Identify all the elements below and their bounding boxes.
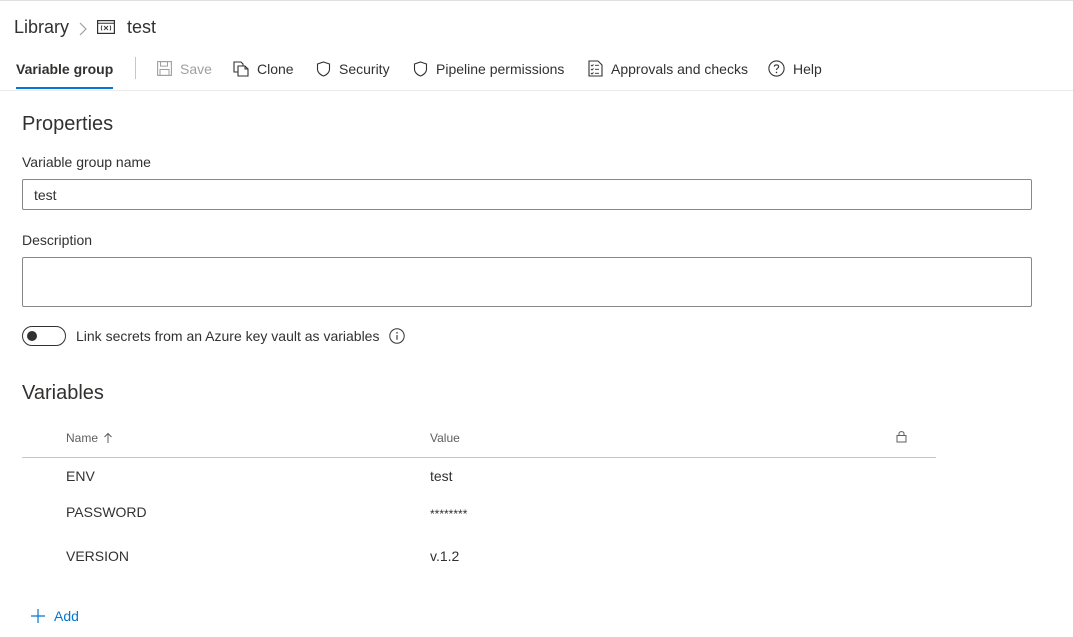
variable-group-page: Library test Variable group Save Clone S…: [0, 0, 1073, 637]
value-column-label: Value: [430, 431, 460, 445]
variable-value[interactable]: test: [430, 468, 453, 484]
variables-heading: Variables: [22, 382, 104, 404]
secret-column-header: [896, 430, 907, 443]
breadcrumb-library-link[interactable]: Library: [14, 17, 69, 38]
save-button[interactable]: Save: [157, 47, 212, 90]
variable-name[interactable]: PASSWORD: [66, 504, 147, 520]
help-button-label: Help: [793, 60, 822, 77]
clone-button-label: Clone: [257, 60, 294, 77]
variables-table: Name Value ENV test PASSWORD ******** VE…: [22, 421, 936, 574]
checklist-icon: [588, 60, 603, 77]
approvals-and-checks-button-label: Approvals and checks: [611, 60, 748, 77]
variable-value[interactable]: ********: [430, 507, 467, 521]
save-button-label: Save: [180, 60, 212, 77]
pipeline-permissions-button-label: Pipeline permissions: [436, 60, 565, 77]
name-column-header[interactable]: Name: [66, 431, 113, 445]
add-variable-button[interactable]: Add: [30, 608, 79, 624]
help-button[interactable]: Help: [768, 47, 822, 90]
variable-value[interactable]: v.1.2: [430, 548, 459, 564]
variable-group-name-label: Variable group name: [22, 154, 151, 170]
value-column-header[interactable]: Value: [430, 431, 460, 445]
clone-button[interactable]: Clone: [233, 47, 294, 90]
keyvault-toggle-label: Link secrets from an Azure key vault as …: [76, 328, 380, 344]
keyvault-toggle[interactable]: [22, 326, 66, 346]
name-column-label: Name: [66, 431, 99, 445]
lock-icon: [896, 431, 907, 443]
pipeline-permissions-button[interactable]: Pipeline permissions: [413, 47, 564, 90]
security-button[interactable]: Security: [316, 47, 390, 90]
tab-variable-group[interactable]: Variable group: [6, 47, 123, 90]
chevron-right-icon: [78, 20, 88, 36]
info-icon[interactable]: [389, 328, 405, 344]
description-label: Description: [22, 232, 93, 248]
variables-table-header: Name Value: [22, 421, 936, 458]
variable-group-name-input[interactable]: [22, 179, 1032, 210]
plus-icon: [31, 609, 45, 623]
security-button-label: Security: [339, 60, 390, 77]
variable-group-icon: [97, 20, 116, 34]
table-row[interactable]: VERSION v.1.2: [22, 534, 936, 574]
approvals-and-checks-button[interactable]: Approvals and checks: [588, 47, 748, 90]
properties-heading: Properties: [22, 113, 114, 135]
toolbar-divider: [135, 57, 136, 79]
table-row[interactable]: PASSWORD ********: [22, 494, 936, 534]
toggle-knob: [27, 331, 37, 341]
shield-icon: [413, 60, 428, 77]
variable-name[interactable]: VERSION: [66, 548, 129, 564]
breadcrumb: Library test: [14, 15, 156, 39]
description-input[interactable]: [22, 257, 1032, 307]
shield-icon: [316, 60, 331, 77]
breadcrumb-current: test: [127, 16, 157, 37]
sort-ascending-icon: [104, 432, 112, 443]
save-icon: [157, 61, 172, 76]
help-icon: [768, 60, 785, 77]
variable-name[interactable]: ENV: [66, 468, 95, 484]
table-row[interactable]: ENV test: [22, 458, 936, 494]
toolbar: Variable group Save Clone Security Pipel…: [0, 47, 1073, 91]
add-variable-label: Add: [54, 608, 79, 624]
clone-icon: [233, 60, 249, 77]
